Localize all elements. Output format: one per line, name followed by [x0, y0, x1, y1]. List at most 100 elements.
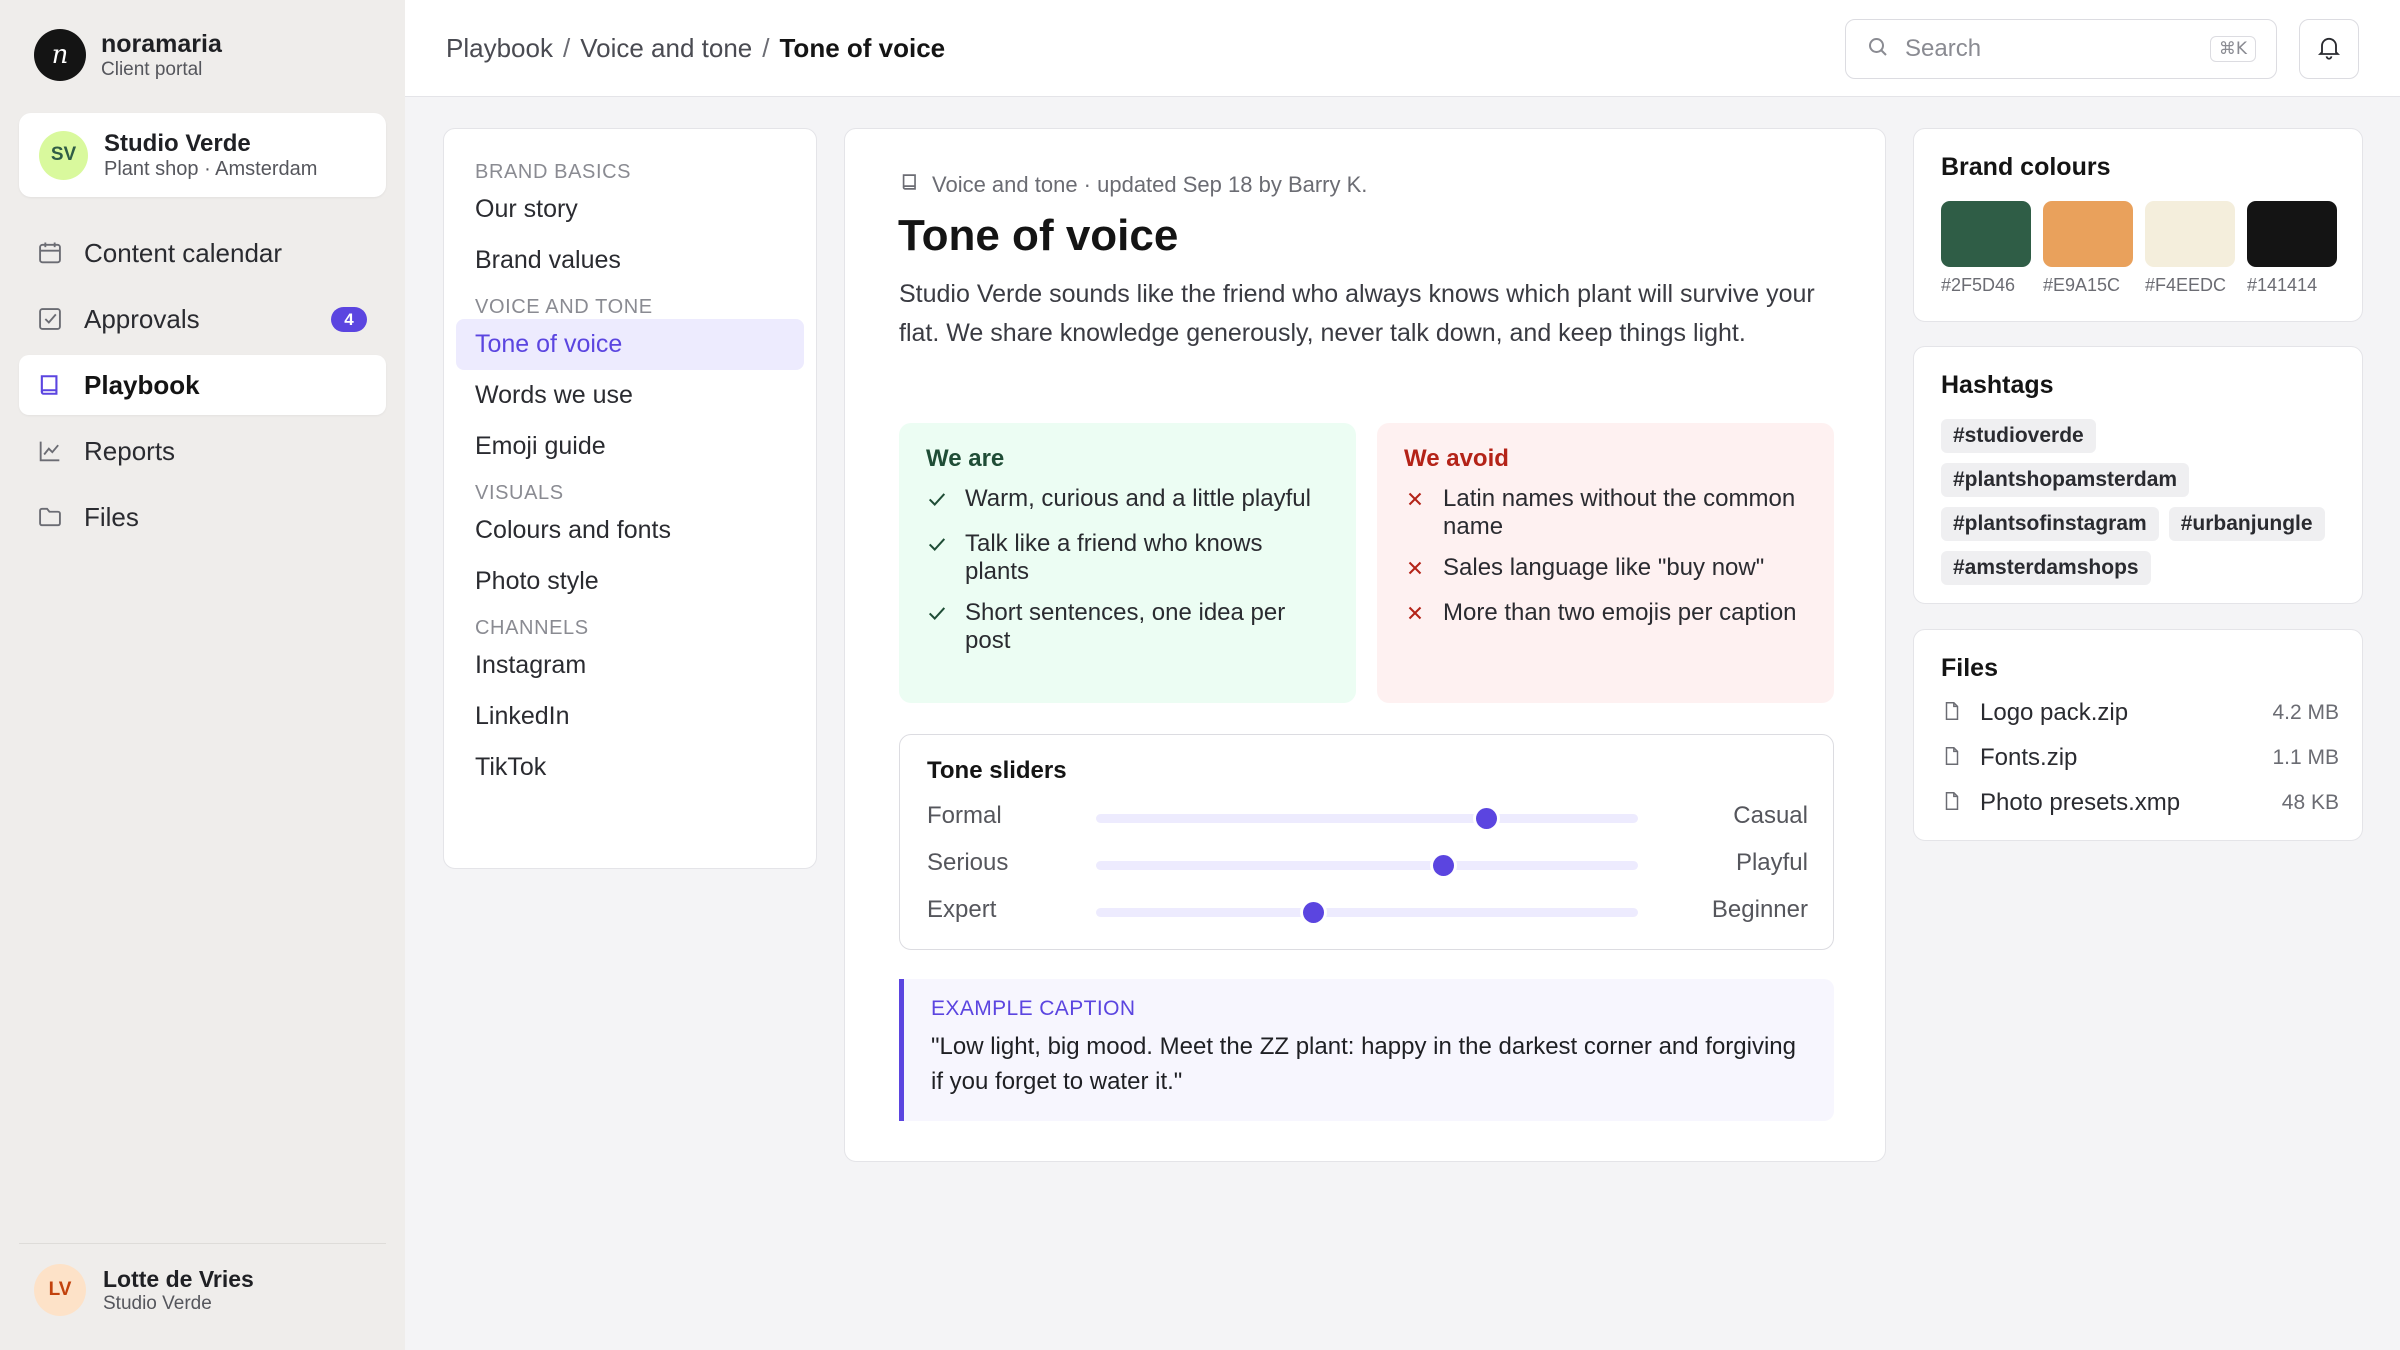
we-are-item: Talk like a friend who knows plants [926, 530, 1329, 586]
colour-swatch[interactable]: #F4EEDC [2145, 201, 2235, 296]
search-input[interactable] [1905, 35, 2205, 63]
hashtag-chip[interactable]: #urbanjungle [2168, 507, 2325, 541]
slider-track[interactable] [1096, 902, 1638, 923]
playbook-item-our-story[interactable]: Our story [456, 184, 804, 235]
playbook-nav: BRAND BASICS Our story Brand values VOIC… [443, 128, 817, 869]
sidebar: n noramaria Client portal SV Studio Verd… [0, 0, 405, 1350]
playbook-item-tiktok[interactable]: TikTok [456, 742, 804, 793]
example-caption-text: "Low light, big mood. Meet the ZZ plant:… [931, 1033, 1796, 1095]
playbook-item-tone-of-voice[interactable]: Tone of voice [456, 319, 804, 370]
article-meta: Voice and tone · updated Sep 18 by Barry… [899, 171, 1367, 199]
breadcrumb-link-playbook[interactable]: Playbook [446, 33, 553, 64]
swatch-chip [2247, 201, 2337, 267]
tone-slider-expert-beginner: Expert Beginner [900, 896, 1835, 926]
playbook-item-linkedin[interactable]: LinkedIn [456, 691, 804, 742]
panel-title: Hashtags [1941, 371, 2054, 399]
cross-icon [1404, 488, 1426, 541]
playbook-item-brand-values[interactable]: Brand values [456, 235, 804, 286]
check-icon [926, 488, 948, 517]
slider-thumb[interactable] [1302, 902, 1324, 923]
playbook-section-title: BRAND BASICS [475, 161, 632, 183]
swatch-hex: #F4EEDC [2145, 275, 2227, 295]
breadcrumb-link-voice-and-tone[interactable]: Voice and tone [580, 33, 752, 64]
nav-item-reports[interactable]: Reports [19, 421, 386, 481]
playbook-item-emoji-guide[interactable]: Emoji guide [456, 421, 804, 472]
breadcrumb-separator: / [762, 33, 770, 63]
slider-left-label: Expert [927, 896, 997, 923]
approvals-count-badge: 4 [331, 307, 367, 332]
user-profile[interactable]: LV Lotte de Vries Studio Verde [34, 1264, 254, 1316]
swatch-chip [1941, 201, 2031, 267]
file-row[interactable]: Photo presets.xmp 48 KB [1941, 788, 2339, 818]
we-avoid-text: More than two emojis per caption [1443, 599, 1797, 626]
breadcrumb-current: Tone of voice [779, 33, 946, 63]
we-avoid-item: Latin names without the common name [1404, 485, 1807, 541]
check-icon [926, 602, 948, 655]
playbook-item-instagram[interactable]: Instagram [456, 640, 804, 691]
swatch-chip [2043, 201, 2133, 267]
nav-item-files[interactable]: Files [19, 487, 386, 547]
slider-thumb[interactable] [1476, 808, 1498, 829]
file-icon [1941, 790, 1980, 817]
file-name: Fonts.zip [1980, 744, 2078, 771]
we-avoid-box: We avoid Latin names without the common … [1377, 423, 1834, 703]
file-name: Logo pack.zip [1980, 699, 2129, 726]
swatch-hex: #141414 [2247, 275, 2318, 295]
tone-sliders: Tone sliders Formal Casual Serious Playf… [899, 734, 1834, 950]
playbook-section-title: VOICE AND TONE [475, 296, 653, 318]
tone-sliders-title: Tone sliders [927, 757, 1067, 784]
slider-track[interactable] [1096, 855, 1638, 876]
cross-icon [1404, 602, 1426, 631]
search-box[interactable]: ⌘K [1845, 19, 2277, 79]
hashtag-chip[interactable]: #amsterdamshops [1941, 551, 2151, 585]
article-meta-text: Voice and tone · updated Sep 18 by Barry… [932, 172, 1368, 197]
calendar-icon [36, 239, 64, 267]
slider-thumb[interactable] [1432, 855, 1454, 876]
nav-label: Playbook [84, 369, 200, 400]
client-subtitle: Plant shop · Amsterdam [104, 158, 318, 180]
slider-left-label: Formal [927, 802, 1002, 829]
sidebar-divider [19, 1243, 386, 1244]
client-switcher[interactable]: SV Studio Verde Plant shop · Amsterdam [19, 113, 386, 197]
file-size: 4.2 MB [2272, 701, 2339, 724]
colour-swatch[interactable]: #141414 [2247, 201, 2337, 296]
colour-swatch[interactable]: #E9A15C [2043, 201, 2133, 296]
example-caption-label: EXAMPLE CAPTION [931, 997, 1136, 1020]
playbook-section-title: CHANNELS [475, 617, 589, 639]
hashtag-chip[interactable]: #plantshopamsterdam [1941, 463, 2190, 497]
playbook-item-words-we-use[interactable]: Words we use [456, 370, 804, 421]
we-are-item: Short sentences, one idea per post [926, 599, 1329, 655]
we-are-text: Warm, curious and a little playful [965, 485, 1311, 512]
file-size: 48 KB [2281, 791, 2339, 814]
nav-item-approvals[interactable]: Approvals 4 [19, 289, 386, 349]
file-icon [1941, 700, 1980, 727]
topbar: Playbook / Voice and tone / Tone of voic… [405, 0, 2400, 97]
swatch-chip [2145, 201, 2235, 267]
we-are-title: We are [926, 445, 1005, 472]
user-name: Lotte de Vries [103, 1265, 254, 1292]
we-avoid-item: Sales language like "buy now" [1404, 554, 1807, 586]
colour-swatches: #2F5D46 #E9A15C #F4EEDC #141414 [1941, 201, 2349, 296]
playbook-item-photo-style[interactable]: Photo style [456, 556, 804, 607]
org-header[interactable]: n noramaria Client portal [34, 29, 222, 81]
notifications-button[interactable] [2299, 19, 2359, 79]
checkbox-icon [36, 305, 64, 333]
hashtag-chip[interactable]: #studioverde [1941, 419, 2096, 453]
colour-swatch[interactable]: #2F5D46 [1941, 201, 2031, 296]
file-row[interactable]: Fonts.zip 1.1 MB [1941, 743, 2339, 773]
we-avoid-text: Sales language like "buy now" [1443, 554, 1765, 581]
files-panel: Files Logo pack.zip 4.2 MB Fonts.zip 1.1… [1913, 629, 2363, 841]
nav-item-playbook[interactable]: Playbook [19, 355, 386, 415]
slider-track[interactable] [1096, 808, 1638, 829]
we-are-text: Short sentences, one idea per post [965, 599, 1286, 654]
check-icon [926, 533, 948, 586]
playbook-item-colours-and-fonts[interactable]: Colours and fonts [456, 505, 804, 556]
file-size: 1.1 MB [2272, 746, 2339, 769]
folder-icon [36, 503, 64, 531]
file-row[interactable]: Logo pack.zip 4.2 MB [1941, 698, 2339, 728]
hashtags-panel: Hashtags #studioverde #plantshopamsterda… [1913, 346, 2363, 604]
nav-item-content-calendar[interactable]: Content calendar [19, 223, 386, 283]
we-are-text: Talk like a friend who knows plants [965, 530, 1263, 585]
hashtag-chip[interactable]: #plantsofinstagram [1941, 507, 2159, 541]
cross-icon [1404, 557, 1426, 586]
